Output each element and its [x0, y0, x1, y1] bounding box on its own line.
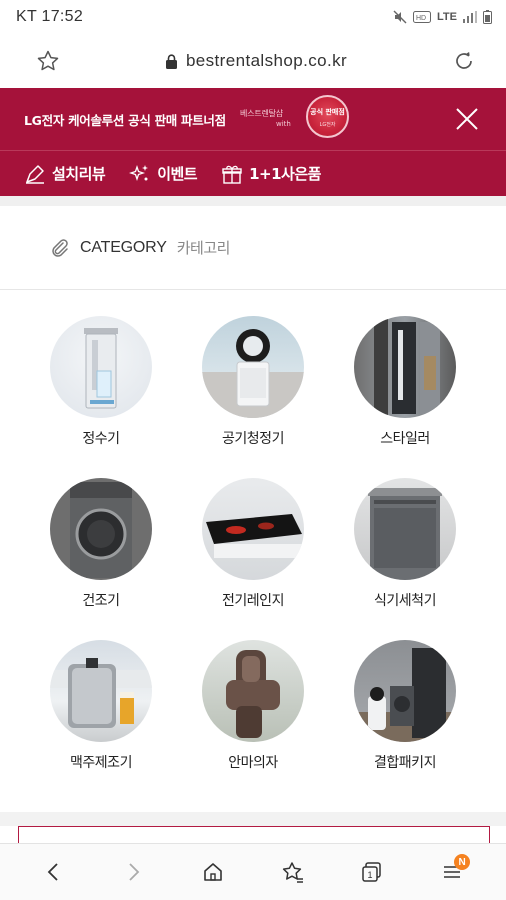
next-section-box — [18, 826, 490, 844]
quick-nav-event-label: 이벤트 — [157, 165, 198, 183]
home-icon — [204, 863, 222, 881]
massage-chair-image — [202, 640, 304, 742]
dishwasher-image — [354, 478, 456, 580]
browser-bottom-nav: 1 N — [0, 843, 506, 900]
category-item-dishwasher[interactable]: 식기세척기 — [330, 478, 480, 610]
beer-maker-image — [50, 640, 152, 742]
svg-text:HD: HD — [416, 15, 426, 22]
brand-name: 베스트렌탈샵 — [240, 109, 283, 118]
tabs-count: 1 — [368, 870, 373, 880]
carrier-time: KT 17:52 — [16, 8, 84, 25]
water-purifier-image — [50, 316, 152, 418]
category-label: 스타일러 — [380, 431, 430, 447]
url-bar: bestrentalshop.co.kr — [0, 34, 506, 88]
sparkle-icon — [129, 164, 149, 181]
home-button[interactable] — [193, 852, 233, 892]
reload-icon[interactable] — [452, 49, 476, 73]
chevron-right-icon — [129, 863, 140, 881]
electric-range-image — [202, 478, 304, 580]
category-subtitle: 카테고리 — [176, 239, 231, 257]
status-icons: HD LTE — [393, 10, 492, 24]
package-image — [354, 640, 456, 742]
category-label: 전기레인지 — [222, 593, 284, 609]
paperclip-icon — [52, 238, 68, 257]
tabs-button[interactable]: 1 — [352, 852, 392, 892]
menu-button[interactable]: N — [432, 852, 472, 892]
signal-icon — [463, 11, 477, 23]
category-item-massage-chair[interactable]: 안마의자 — [178, 640, 328, 772]
tabs-icon: 1 — [362, 862, 382, 882]
forward-button[interactable] — [113, 852, 153, 892]
quick-nav-gift[interactable]: 1+1사은품 — [221, 163, 321, 185]
close-icon[interactable] — [454, 106, 480, 132]
bookmarks-star-icon — [282, 862, 303, 883]
category-label: 결합패키지 — [374, 755, 436, 771]
bookmarks-button[interactable] — [273, 852, 313, 892]
brand-with: with — [276, 120, 291, 128]
battery-icon — [483, 10, 492, 24]
dryer-image — [50, 478, 152, 580]
quick-nav-event[interactable]: 이벤트 — [129, 163, 198, 185]
category-item-electric-range[interactable]: 전기레인지 — [178, 478, 328, 610]
category-item-package[interactable]: 결합패키지 — [330, 640, 480, 772]
category-label: 건조기 — [82, 593, 120, 609]
mute-icon — [393, 10, 407, 24]
quick-nav-review-label: 설치리뷰 — [52, 165, 106, 183]
category-label: 정수기 — [82, 431, 120, 447]
air-purifier-image — [202, 316, 304, 418]
styler-image — [354, 316, 456, 418]
pencil-icon — [26, 164, 44, 184]
category-label: 공기청정기 — [222, 431, 284, 447]
category-item-styler[interactable]: 스타일러 — [330, 316, 480, 448]
status-bar: KT 17:52 HD LTE — [0, 0, 506, 34]
chevron-left-icon — [47, 863, 58, 881]
quick-nav: 설치리뷰 이벤트 1+1사은품 — [0, 150, 506, 196]
category-title: CATEGORY — [80, 238, 167, 256]
seal-text: 공식 판매점 — [310, 107, 345, 116]
address-field[interactable]: bestrentalshop.co.kr — [165, 51, 347, 71]
category-item-air-purifier[interactable]: 공기청정기 — [178, 316, 328, 448]
quick-nav-gift-label: 1+1사은품 — [249, 165, 321, 183]
hd-icon: HD — [413, 11, 432, 23]
category-label: 맥주제조기 — [70, 755, 132, 771]
seal-sub: LG전자 — [320, 121, 336, 128]
banner-text: LG전자 케어솔루션 공식 판매 파트너점 — [24, 112, 226, 128]
category-label: 안마의자 — [228, 755, 278, 771]
partner-banner: LG전자 케어솔루션 공식 판매 파트너점 베스트렌탈샵 with 공식 판매점… — [0, 88, 506, 150]
back-button[interactable] — [34, 852, 74, 892]
official-seal-badge: 공식 판매점 LG전자 — [306, 95, 349, 138]
category-item-beer-maker[interactable]: 맥주제조기 — [26, 640, 176, 772]
quick-nav-review[interactable]: 설치리뷰 — [24, 163, 106, 185]
url-text: bestrentalshop.co.kr — [185, 51, 348, 70]
network-label: LTE — [437, 11, 457, 23]
category-label: 식기세척기 — [374, 593, 436, 609]
lock-icon — [165, 53, 177, 69]
divider — [0, 812, 506, 826]
menu-badge: N — [454, 854, 471, 870]
divider — [0, 196, 506, 206]
category-item-water-purifier[interactable]: 정수기 — [26, 316, 176, 448]
category-header: CATEGORY 카테고리 — [0, 206, 506, 290]
gift-icon — [222, 165, 242, 184]
category-item-dryer[interactable]: 건조기 — [26, 478, 176, 610]
bookmark-star-icon[interactable] — [36, 49, 60, 73]
